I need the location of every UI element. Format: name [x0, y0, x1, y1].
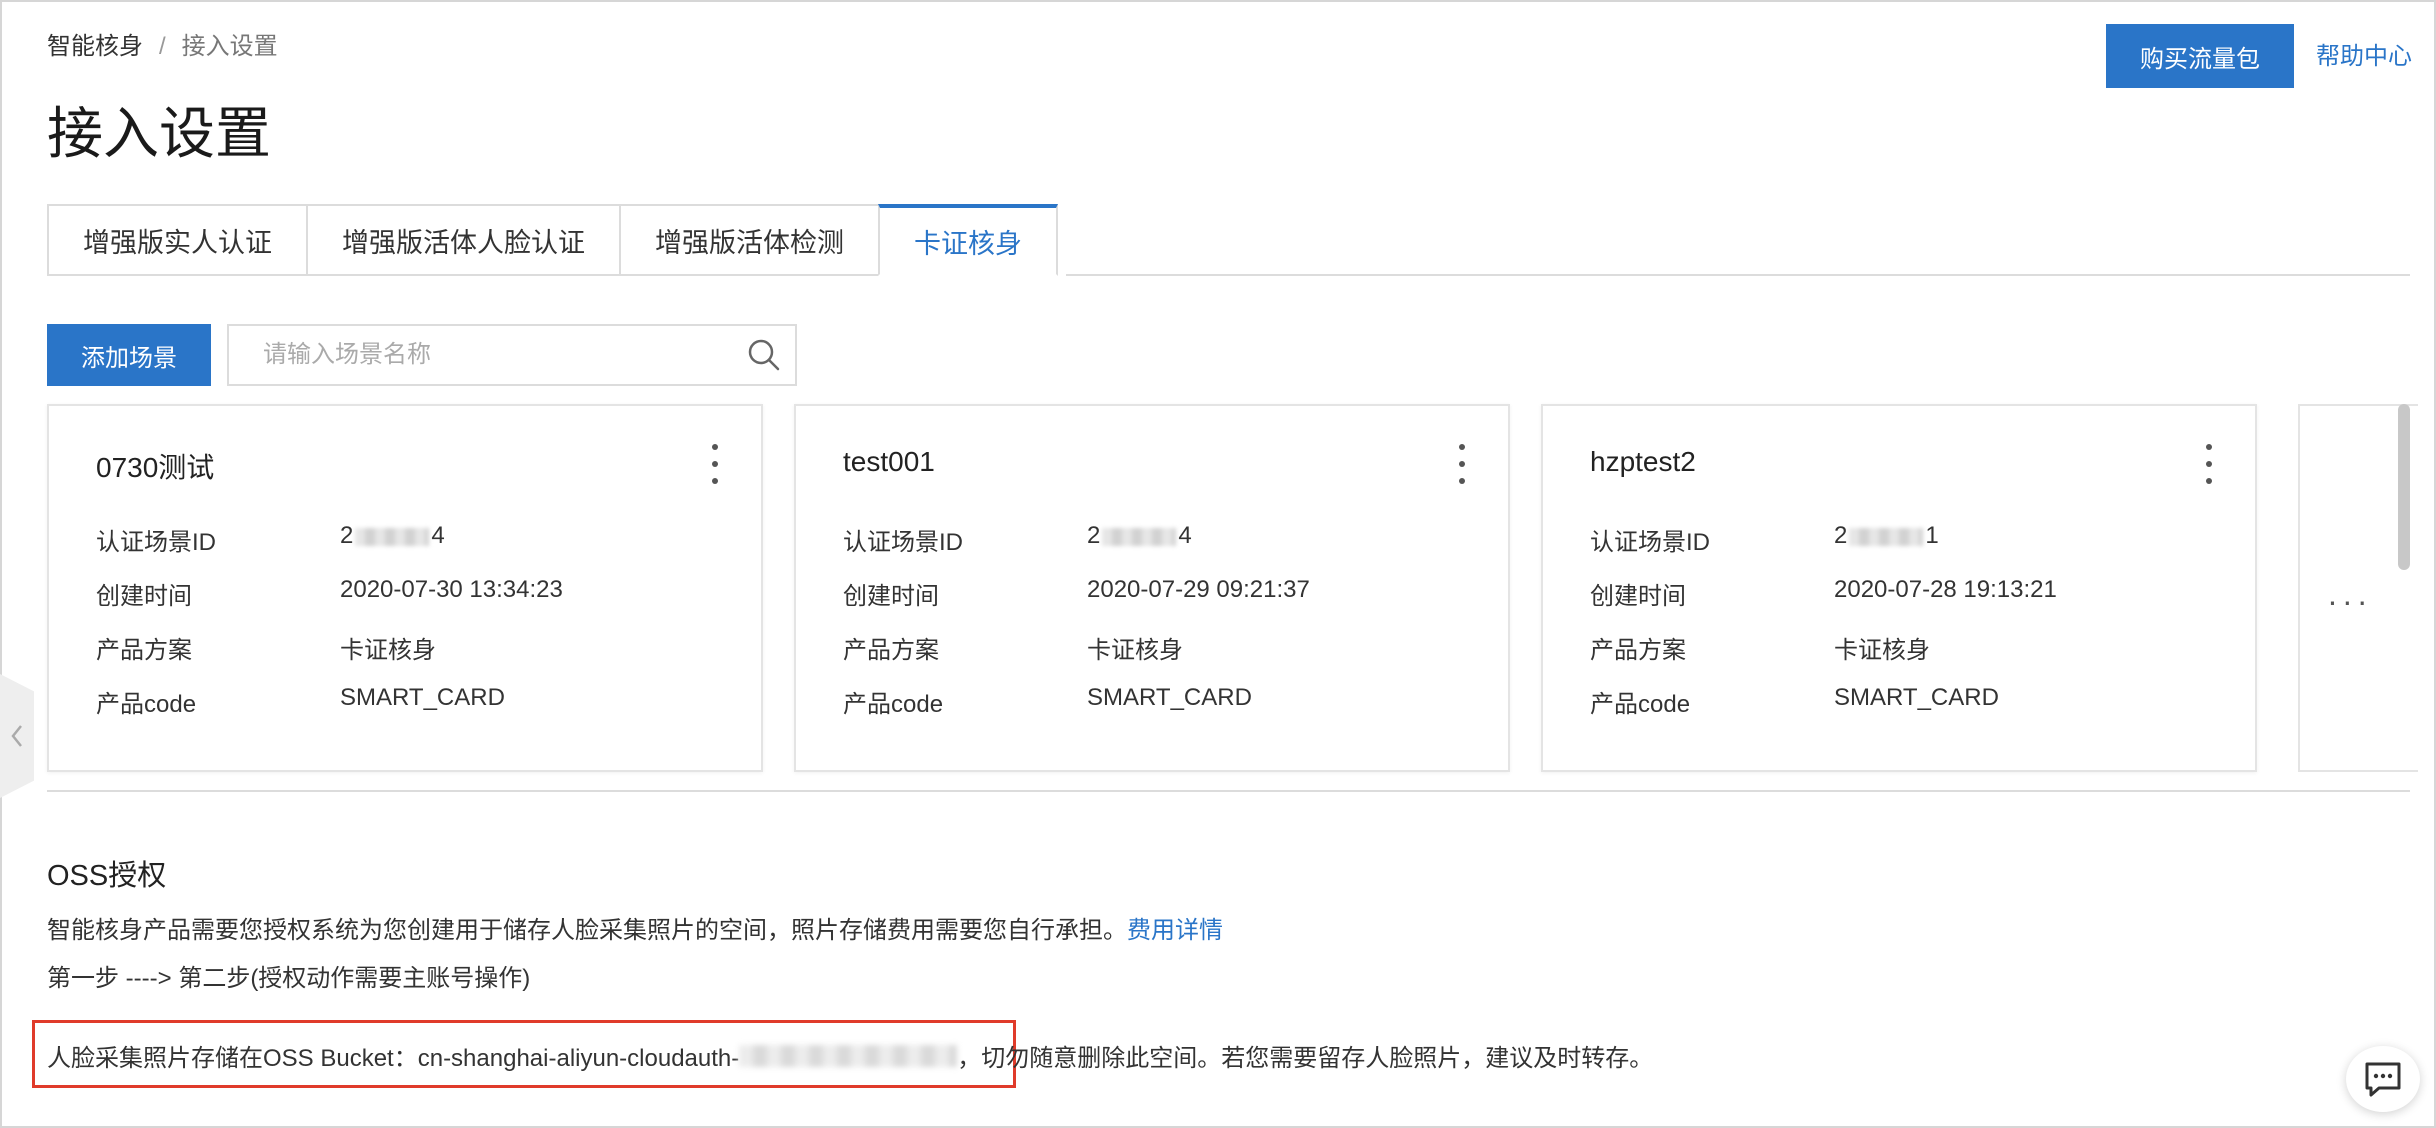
bucket-suffix: ，切勿随意删除此空间。若您需要留存人脸照片，建议及时转存。	[957, 1045, 1654, 1072]
scene-search-box	[227, 324, 797, 386]
add-scene-button[interactable]: 添加场景	[47, 324, 211, 386]
more-vertical-icon[interactable]	[703, 444, 727, 484]
help-center-link[interactable]: 帮助中心	[2316, 36, 2412, 71]
tab-bar: 增强版实人认证 增强版活体人脸认证 增强版活体检测 卡证核身	[47, 204, 1058, 276]
chevron-left-icon	[11, 725, 22, 747]
created-time-label: 创建时间	[1590, 583, 1686, 610]
scene-card-title: hzptest2	[1590, 446, 1696, 477]
scene-search-input[interactable]	[229, 326, 733, 384]
product-code-value: SMART_CARD	[1087, 684, 1252, 711]
breadcrumb-separator: /	[159, 33, 166, 60]
redacted-mask	[355, 527, 430, 546]
tab-enhanced-liveness-face[interactable]: 增强版活体人脸认证	[306, 204, 619, 276]
more-vertical-icon[interactable]	[1450, 444, 1474, 484]
scene-id-label: 认证场景ID	[1590, 529, 1710, 556]
oss-steps: 第一步 ----> 第二步(授权动作需要主账号操作)	[47, 965, 531, 992]
tab-underline	[1066, 274, 2410, 276]
more-vertical-icon[interactable]	[2197, 444, 2221, 484]
product-code-label: 产品code	[1590, 691, 1691, 718]
scene-card[interactable]: hzptest2 认证场景ID 2 1 创建时间 2020-07-28 19:13:2…	[1541, 404, 2257, 772]
tab-enhanced-real-person[interactable]: 增强版实人认证	[47, 204, 306, 276]
breadcrumb-home[interactable]: 智能核身	[47, 30, 143, 64]
created-time-label: 创建时间	[843, 583, 939, 610]
section-divider	[47, 790, 2410, 792]
product-plan-value: 卡证核身	[1834, 637, 1930, 664]
scene-card[interactable]: 0730测试 认证场景ID 2 4 创建时间 2020-07-30 13:34:23 …	[47, 404, 763, 772]
tab-card-verification[interactable]: 卡证核身	[878, 204, 1058, 276]
product-code-label: 产品code	[96, 691, 197, 718]
search-icon[interactable]	[733, 324, 795, 386]
product-code-value: SMART_CARD	[1834, 684, 1999, 711]
scene-id-value: 24	[1087, 522, 1192, 549]
product-plan-value: 卡证核身	[340, 637, 436, 664]
product-plan-value: 卡证核身	[1087, 637, 1183, 664]
oss-description: 智能核身产品需要您授权系统为您创建用于储存人脸采集照片的空间，照片存储费用需要您…	[47, 917, 1223, 944]
more-scenes-ellipsis: ...	[2328, 576, 2373, 612]
product-code-label: 产品code	[843, 691, 944, 718]
sidebar-collapse-handle[interactable]	[0, 674, 34, 798]
breadcrumb: 智能核身 / 接入设置	[47, 30, 278, 64]
product-code-value: SMART_CARD	[340, 684, 505, 711]
redacted-mask	[739, 1044, 958, 1067]
redacted-mask	[1849, 527, 1924, 546]
created-time-value: 2020-07-29 09:21:37	[1087, 576, 1310, 603]
scene-card-title: 0730测试	[96, 452, 215, 483]
product-plan-label: 产品方案	[1590, 637, 1686, 664]
scene-card-title: test001	[843, 446, 935, 477]
oss-section-title: OSS授权	[47, 860, 167, 892]
fee-details-link[interactable]: 费用详情	[1127, 917, 1223, 944]
card-scrollbar[interactable]	[2398, 404, 2410, 570]
bucket-prefix: 人脸采集照片存储在OSS Bucket：cn-shanghai-aliyun-c…	[47, 1045, 740, 1072]
tab-enhanced-liveness-detection[interactable]: 增强版活体检测	[619, 204, 878, 276]
created-time-value: 2020-07-28 19:13:21	[1834, 576, 2057, 603]
chat-support-button[interactable]	[2346, 1046, 2420, 1112]
scene-card[interactable]: test001 认证场景ID 2 4 创建时间 2020-07-29 09:21:37…	[794, 404, 1510, 772]
oss-bucket-info: 人脸采集照片存储在OSS Bucket：cn-shanghai-aliyun-c…	[47, 1038, 1653, 1073]
created-time-value: 2020-07-30 13:34:23	[340, 576, 563, 603]
chat-icon	[2365, 1062, 2401, 1097]
scene-id-label: 认证场景ID	[96, 529, 216, 556]
page-title: 接入设置	[47, 102, 271, 165]
scene-id-value: 21	[1834, 522, 1939, 549]
scene-id-value: 24	[340, 522, 445, 549]
breadcrumb-current: 接入设置	[181, 33, 278, 60]
scene-id-label: 认证场景ID	[843, 529, 963, 556]
redacted-mask	[1102, 527, 1177, 546]
product-plan-label: 产品方案	[843, 637, 939, 664]
product-plan-label: 产品方案	[96, 637, 192, 664]
buy-traffic-package-button[interactable]: 购买流量包	[2106, 24, 2294, 88]
created-time-label: 创建时间	[96, 583, 192, 610]
